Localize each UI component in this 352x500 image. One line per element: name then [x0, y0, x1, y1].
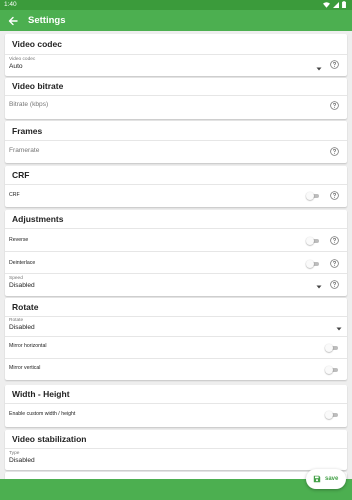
- app-bar: Settings: [0, 10, 352, 31]
- video-codec-value: Auto: [9, 63, 23, 70]
- divider: [5, 228, 347, 229]
- signal-icon: [333, 1, 339, 8]
- custom-size-toggle[interactable]: [325, 411, 339, 419]
- save-icon: [313, 475, 321, 483]
- help-icon[interactable]: [330, 280, 339, 289]
- rotate-card: Rotate Rotate Disabled Mirror horizontal…: [5, 298, 347, 380]
- save-button[interactable]: save: [306, 469, 346, 489]
- chevron-down-icon: [316, 66, 322, 72]
- help-icon[interactable]: [330, 101, 339, 110]
- mirror-horizontal-toggle[interactable]: [325, 344, 339, 352]
- status-bar: 1:40: [0, 0, 352, 10]
- crf-toggle-label: CRF: [9, 192, 20, 198]
- battery-icon: [342, 1, 346, 8]
- arrow-back-icon: [8, 16, 18, 25]
- frames-title: Frames: [12, 126, 43, 136]
- page-title: Settings: [28, 15, 66, 26]
- help-icon[interactable]: [330, 259, 339, 268]
- deinterlace-label: Deinterlace: [9, 260, 36, 266]
- adjustments-card: Adjustments Reverse Deinterlace Speed Di…: [5, 210, 347, 296]
- help-icon[interactable]: [330, 191, 339, 200]
- stabilization-type-select[interactable]: Type Disabled: [5, 449, 305, 468]
- bitrate-input[interactable]: [9, 101, 309, 109]
- video-codec-select[interactable]: Video codec Auto: [5, 55, 327, 75]
- crf-card: CRF CRF: [5, 166, 347, 207]
- deinterlace-toggle[interactable]: [306, 260, 320, 268]
- crf-title: CRF: [12, 170, 30, 180]
- video-bitrate-title: Video bitrate: [12, 81, 64, 91]
- save-button-label: save: [325, 476, 339, 482]
- divider: [5, 336, 347, 337]
- help-icon[interactable]: [330, 147, 339, 156]
- mirror-vertical-toggle[interactable]: [325, 366, 339, 374]
- bottom-bar: [0, 479, 352, 500]
- rotate-value: Disabled: [9, 324, 35, 331]
- divider: [5, 251, 347, 252]
- next-card-partial: [5, 472, 347, 479]
- divider: [5, 140, 347, 141]
- reverse-toggle[interactable]: [306, 237, 320, 245]
- speed-value: Disabled: [9, 282, 35, 289]
- video-stabilization-card: Video stabilization Type Disabled: [5, 430, 347, 470]
- rotate-select[interactable]: Rotate Disabled: [5, 317, 347, 336]
- wifi-icon: [323, 1, 330, 8]
- mirror-horizontal-label: Mirror horizontal: [9, 343, 47, 349]
- chevron-down-icon: [316, 284, 322, 290]
- stabilization-value: Disabled: [9, 457, 35, 464]
- rotate-title: Rotate: [12, 302, 39, 312]
- crf-toggle[interactable]: [306, 192, 320, 200]
- divider: [5, 95, 347, 96]
- reverse-label: Reverse: [9, 237, 29, 243]
- adjustments-title: Adjustments: [12, 214, 64, 224]
- mirror-vertical-label: Mirror vertical: [9, 365, 41, 371]
- chevron-down-icon: [336, 326, 342, 332]
- framerate-input[interactable]: [9, 147, 309, 155]
- video-codec-title: Video codec: [12, 39, 62, 49]
- help-icon[interactable]: [330, 60, 339, 69]
- settings-list[interactable]: Video codec Video codec Auto Video bitra…: [0, 31, 352, 479]
- custom-size-label: Enable custom width / height: [9, 411, 76, 417]
- video-codec-card: Video codec Video codec Auto: [5, 34, 347, 76]
- divider: [5, 403, 347, 404]
- width-height-card: Width - Height Enable custom width / hei…: [5, 385, 347, 427]
- status-time: 1:40: [4, 1, 17, 8]
- divider: [5, 358, 347, 359]
- divider: [5, 184, 347, 185]
- speed-select[interactable]: Speed Disabled: [5, 274, 327, 294]
- video-bitrate-card: Video bitrate: [5, 78, 347, 119]
- frames-card: Frames: [5, 121, 347, 163]
- back-button[interactable]: [6, 14, 19, 27]
- width-height-title: Width - Height: [12, 389, 70, 399]
- video-stabilization-title: Video stabilization: [12, 434, 87, 444]
- help-icon[interactable]: [330, 236, 339, 245]
